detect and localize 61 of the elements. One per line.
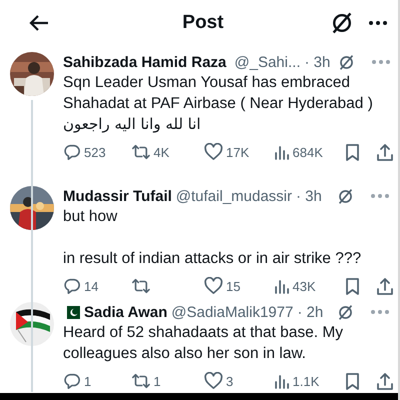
repost-icon xyxy=(130,143,151,161)
share-button[interactable] xyxy=(376,276,394,296)
heart-icon xyxy=(204,143,223,161)
views-button[interactable]: 1.1K xyxy=(274,373,345,389)
views-button[interactable]: 43K xyxy=(274,278,345,294)
repost-button[interactable]: 1 xyxy=(130,372,204,390)
author-handle: @tufail_mudassir xyxy=(176,188,292,204)
share-icon xyxy=(376,372,394,390)
share-icon xyxy=(376,276,394,296)
slashed-circle-icon xyxy=(337,304,354,320)
bookmark-button[interactable] xyxy=(345,276,360,296)
post-text: انا لله وانا اليه راجعون xyxy=(63,114,201,135)
bookmark-button[interactable] xyxy=(345,142,360,162)
slashed-circle-icon xyxy=(337,188,354,204)
grok-button[interactable] xyxy=(330,11,354,35)
slashed-circle-icon xyxy=(338,54,356,70)
bookmark-button[interactable] xyxy=(345,372,360,390)
more-button[interactable] xyxy=(368,20,388,26)
like-button[interactable]: 3 xyxy=(204,372,274,390)
post-text: Sqn Leader Usman Yousaf has embraced Shahadat at PAF Airbase ( Near Hyderabad ) xyxy=(63,73,374,114)
bookmark-icon xyxy=(345,372,360,390)
views-icon xyxy=(274,278,290,294)
author-name: Mudassir Tufail xyxy=(63,188,172,204)
views-button[interactable]: 684K xyxy=(274,144,345,160)
post-time: · 2h xyxy=(297,304,324,320)
share-icon xyxy=(376,142,394,162)
more-icon xyxy=(371,59,392,65)
slashed-circle-icon xyxy=(330,11,354,35)
views-icon xyxy=(274,373,290,389)
bookmark-icon xyxy=(345,276,360,296)
post-time: · 3h xyxy=(304,54,330,70)
reply-icon xyxy=(63,143,81,161)
back-button[interactable] xyxy=(28,14,50,32)
author-handle: @SadiaMalik1977 xyxy=(171,304,294,320)
post-text: in result of indian attacks or in air strike ??? xyxy=(63,248,362,268)
reply-icon xyxy=(63,277,81,295)
author-name: Sadia Awan xyxy=(84,304,168,320)
repost-icon xyxy=(130,277,151,295)
like-button[interactable]: 15 xyxy=(204,277,274,295)
page-title: Post xyxy=(181,12,225,34)
more-icon xyxy=(370,309,390,315)
reply-button[interactable]: 1 xyxy=(63,372,131,390)
share-button[interactable] xyxy=(376,372,394,390)
reply-button[interactable]: 14 xyxy=(63,277,131,295)
more-icon xyxy=(370,193,390,199)
author-name: Sahibzada Hamid Raza xyxy=(63,54,226,70)
repost-icon xyxy=(130,372,151,390)
like-button[interactable]: 17K xyxy=(204,143,274,161)
bookmark-icon xyxy=(345,142,360,162)
reply-icon xyxy=(63,372,81,390)
author-handle: @_Sahi... xyxy=(234,54,300,70)
repost-button[interactable]: 4K xyxy=(130,143,204,161)
post-text: Heard of 52 shahadaats at that base. My colleagues also also her son in law. xyxy=(63,323,344,364)
post-text: but how xyxy=(63,207,118,227)
reply-button[interactable]: 523 xyxy=(63,143,131,161)
share-button[interactable] xyxy=(376,142,394,162)
heart-icon xyxy=(204,277,223,295)
post-time: · 3h xyxy=(296,188,322,204)
heart-icon xyxy=(204,372,223,390)
views-icon xyxy=(274,144,290,160)
more-icon xyxy=(368,20,388,26)
